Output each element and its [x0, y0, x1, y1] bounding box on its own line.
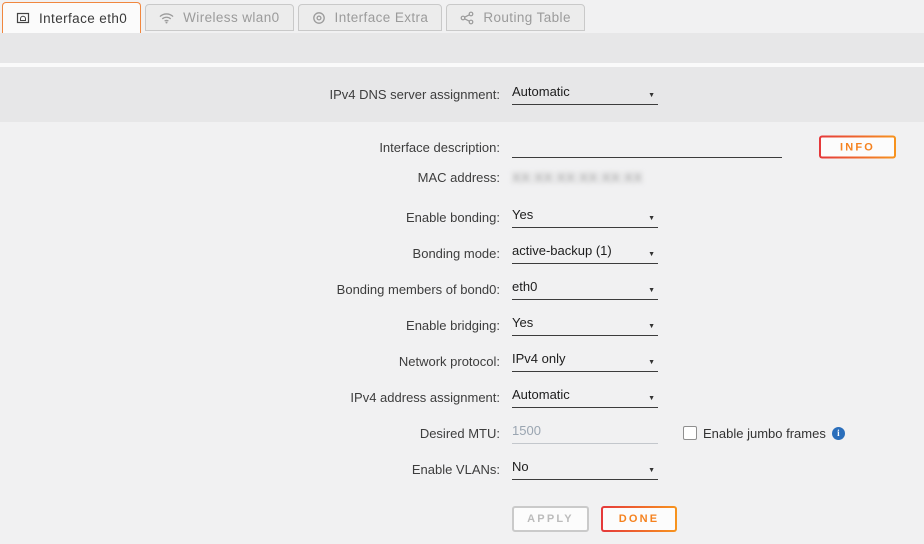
dropdown-arrow-icon: ▼ — [648, 467, 655, 474]
header-band — [0, 33, 924, 63]
wifi-icon — [159, 12, 174, 24]
network-protocol-label: Network protocol: — [0, 354, 500, 369]
dropdown-arrow-icon: ▼ — [648, 395, 655, 402]
tab-interface-extra[interactable]: Interface Extra — [298, 4, 443, 31]
select-value: active-backup (1) — [512, 243, 612, 258]
bonding-mode-label: Bonding mode: — [0, 246, 500, 261]
share-nodes-icon — [460, 11, 474, 25]
info-button[interactable]: INFO — [819, 136, 896, 159]
dns-section: IPv4 DNS server assignment: Automatic ▼ — [0, 67, 924, 122]
ipv4-assignment-row: IPv4 address assignment: Automatic ▼ — [0, 379, 924, 415]
enable-bridging-select[interactable]: Yes ▼ — [512, 315, 658, 336]
info-circle-icon[interactable]: i — [832, 427, 845, 440]
select-value: Yes — [512, 315, 533, 330]
interface-form: Interface description: INFO MAC address:… — [0, 129, 924, 533]
select-value: IPv4 only — [512, 351, 565, 366]
tab-label: Routing Table — [483, 10, 571, 25]
tab-wireless-wlan0[interactable]: Wireless wlan0 — [145, 4, 293, 31]
bonding-members-label: Bonding members of bond0: — [0, 282, 500, 297]
dropdown-arrow-icon: ▼ — [648, 287, 655, 294]
tab-label: Interface eth0 — [39, 11, 127, 26]
mac-address-value-blurred: XX:XX:XX:XX:XX:XX — [512, 170, 643, 185]
interface-description-input[interactable] — [512, 137, 782, 158]
dns-assignment-select[interactable]: Automatic ▼ — [512, 84, 658, 105]
bonding-mode-select[interactable]: active-backup (1) ▼ — [512, 243, 658, 264]
ethernet-icon — [16, 11, 30, 25]
dropdown-arrow-icon: ▼ — [648, 215, 655, 222]
enable-bridging-label: Enable bridging: — [0, 318, 500, 333]
bonding-members-row: Bonding members of bond0: eth0 ▼ — [0, 271, 924, 307]
select-value: Automatic — [512, 84, 570, 99]
select-value: No — [512, 459, 529, 474]
ipv4-assignment-select[interactable]: Automatic ▼ — [512, 387, 658, 408]
desired-mtu-row: Desired MTU: Enable jumbo frames i — [0, 415, 924, 451]
jumbo-frames-group: Enable jumbo frames i — [683, 426, 845, 441]
network-protocol-select[interactable]: IPv4 only ▼ — [512, 351, 658, 372]
done-button[interactable]: DONE — [601, 506, 677, 532]
dropdown-arrow-icon: ▼ — [648, 92, 655, 99]
dropdown-arrow-icon: ▼ — [648, 251, 655, 258]
enable-vlans-row: Enable VLANs: No ▼ — [0, 451, 924, 487]
dns-assignment-label: IPv4 DNS server assignment: — [0, 87, 500, 102]
select-value: eth0 — [512, 279, 537, 294]
jumbo-frames-label: Enable jumbo frames — [703, 426, 826, 441]
bonding-members-select[interactable]: eth0 ▼ — [512, 279, 658, 300]
tab-label: Wireless wlan0 — [183, 10, 279, 25]
select-value: Automatic — [512, 387, 570, 402]
enable-bridging-row: Enable bridging: Yes ▼ — [0, 307, 924, 343]
action-buttons-row: APPLY DONE — [0, 505, 924, 533]
enable-bonding-select[interactable]: Yes ▼ — [512, 207, 658, 228]
interface-description-row: Interface description: INFO — [0, 129, 924, 165]
enable-vlans-label: Enable VLANs: — [0, 462, 500, 477]
target-icon — [312, 11, 326, 25]
dropdown-arrow-icon: ▼ — [648, 323, 655, 330]
tab-label: Interface Extra — [335, 10, 429, 25]
apply-button[interactable]: APPLY — [512, 506, 589, 532]
network-protocol-row: Network protocol: IPv4 only ▼ — [0, 343, 924, 379]
mac-address-row: MAC address: XX:XX:XX:XX:XX:XX — [0, 165, 924, 189]
dropdown-arrow-icon: ▼ — [648, 359, 655, 366]
tab-interface-eth0[interactable]: Interface eth0 — [2, 2, 141, 33]
interface-description-label: Interface description: — [0, 140, 500, 155]
tab-routing-table[interactable]: Routing Table — [446, 4, 585, 31]
enable-bonding-row: Enable bonding: Yes ▼ — [0, 199, 924, 235]
tab-bar: Interface eth0 Wireless wlan0 Interface … — [0, 0, 924, 33]
ipv4-assignment-label: IPv4 address assignment: — [0, 390, 500, 405]
enable-vlans-select[interactable]: No ▼ — [512, 459, 658, 480]
jumbo-frames-checkbox[interactable] — [683, 426, 697, 440]
bonding-mode-row: Bonding mode: active-backup (1) ▼ — [0, 235, 924, 271]
select-value: Yes — [512, 207, 533, 222]
mac-address-label: MAC address: — [0, 170, 500, 185]
desired-mtu-input[interactable] — [512, 423, 658, 444]
desired-mtu-label: Desired MTU: — [0, 426, 500, 441]
enable-bonding-label: Enable bonding: — [0, 210, 500, 225]
